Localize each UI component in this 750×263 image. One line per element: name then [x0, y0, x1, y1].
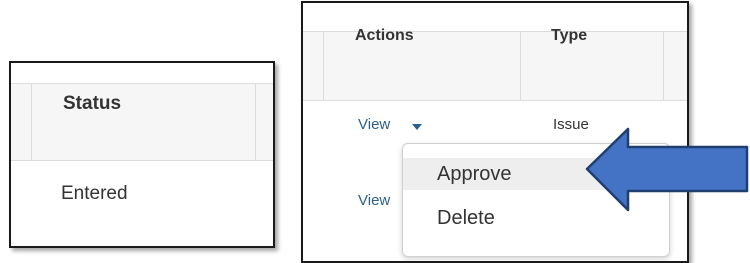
- column-divider: [520, 32, 521, 100]
- actions-column-header[interactable]: Actions: [355, 27, 414, 45]
- type-cell: Issue: [553, 116, 589, 133]
- status-column-header[interactable]: Status: [63, 93, 121, 115]
- type-column-header[interactable]: Type: [551, 27, 587, 45]
- column-divider: [323, 32, 324, 100]
- status-cell: Entered: [61, 183, 128, 204]
- column-divider: [31, 84, 32, 160]
- table-header: [11, 83, 273, 161]
- status-table-panel: Status Entered: [9, 61, 275, 248]
- column-divider: [255, 84, 256, 160]
- view-action-link[interactable]: View: [358, 116, 390, 133]
- pointer-arrow-icon: [585, 127, 749, 212]
- view-action-link[interactable]: View: [358, 192, 390, 209]
- arrow-shape: [585, 127, 749, 212]
- column-divider: [663, 32, 664, 100]
- chevron-down-icon[interactable]: [412, 124, 422, 130]
